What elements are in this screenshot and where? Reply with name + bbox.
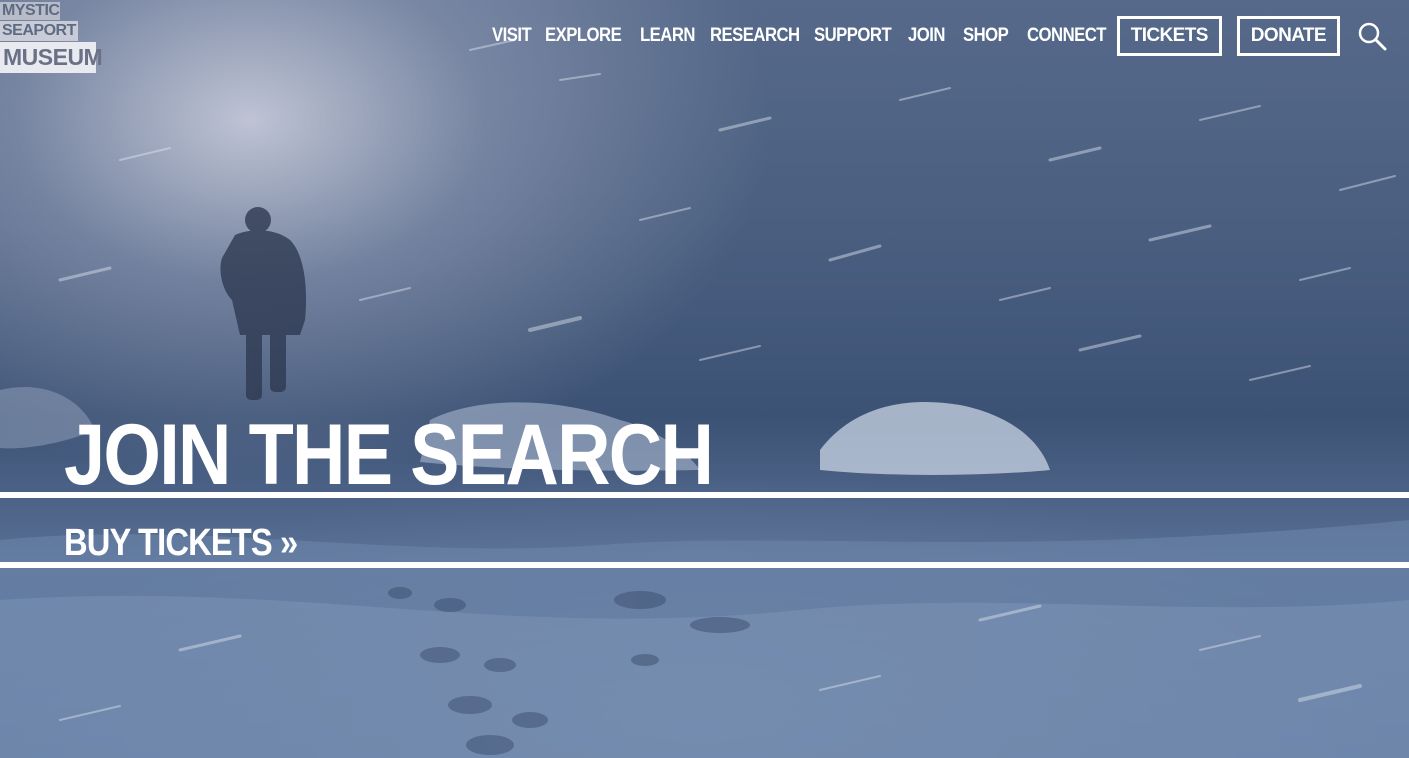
- buy-tickets-link[interactable]: BUY TICKETS »: [64, 524, 298, 562]
- nav-item-research[interactable]: RESEARCH: [710, 25, 800, 47]
- logo-line-museum: MUSEUM: [0, 42, 103, 73]
- tickets-button[interactable]: TICKETS: [1116, 16, 1222, 56]
- donate-button[interactable]: DONATE: [1236, 16, 1340, 56]
- main-navigation: VISIT EXPLORE LEARN RESEARCH SUPPORT JOI…: [492, 16, 1409, 56]
- hero-background-image: [0, 0, 1409, 758]
- nav-item-join[interactable]: JOIN: [908, 25, 945, 47]
- cta-divider-bottom: [0, 562, 1409, 568]
- snowstorm-scene: [0, 39, 1409, 758]
- nav-item-connect[interactable]: CONNECT: [1027, 25, 1107, 47]
- mystic-seaport-museum-logo[interactable]: MYSTIC SEAPORT MUSEUM: [0, 0, 103, 76]
- logo-line-mystic: MYSTIC: [0, 2, 60, 20]
- search-button[interactable]: [1355, 19, 1389, 53]
- cta-divider-top: [0, 492, 1409, 498]
- nav-item-shop[interactable]: SHOP: [963, 25, 1009, 47]
- nav-item-explore[interactable]: EXPLORE: [545, 25, 622, 47]
- nav-item-visit[interactable]: VISIT: [492, 25, 532, 47]
- hero-title: JOIN THE SEARCH: [64, 407, 714, 503]
- logo-line-seaport: SEAPORT: [0, 21, 78, 41]
- search-icon: [1358, 22, 1387, 51]
- nav-item-learn[interactable]: LEARN: [640, 25, 695, 47]
- page: MYSTIC SEAPORT MUSEUM VISIT EXPLORE LEAR…: [0, 0, 1409, 758]
- nav-item-support[interactable]: SUPPORT: [814, 25, 892, 47]
